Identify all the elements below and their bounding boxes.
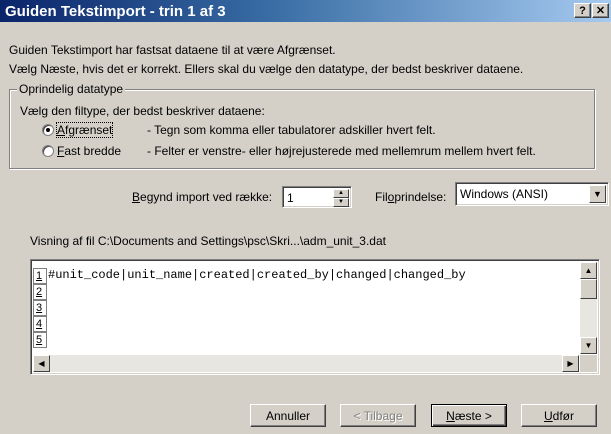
finish-button[interactable]: Udfør — [521, 404, 597, 427]
description-line-2: Vælg Næste, hvis det er korrekt. Ellers … — [9, 62, 524, 76]
horizontal-scrollbar[interactable]: ◀ ▶ — [33, 355, 579, 372]
help-button[interactable]: ? — [574, 3, 591, 18]
back-button[interactable]: < Tilbage — [340, 404, 416, 427]
radio-delimited-label[interactable]: Afgrænset — [55, 122, 114, 138]
spin-up-icon[interactable]: ▲ — [333, 189, 349, 198]
preview-content: 1 2 3 4 5 #unit_code|unit_name|created|c… — [33, 262, 579, 354]
close-icon: ✕ — [595, 5, 606, 17]
row-number: 2 — [33, 284, 47, 300]
start-row-label: Begynd import ved række: — [132, 190, 273, 204]
description-line-1: Guiden Tekstimport har fastsat dataene t… — [9, 43, 336, 57]
preview-label: Visning af fil C:\Documents and Settings… — [30, 234, 386, 248]
question-mark-icon: ? — [579, 4, 586, 17]
radio-fixed-width-description: - Felter er venstre- eller højrejustered… — [147, 144, 536, 158]
scroll-up-icon[interactable]: ▲ — [580, 262, 597, 279]
preview-line-1: #unit_code|unit_name|created|created_by|… — [48, 268, 466, 282]
row-number: 5 — [33, 332, 47, 348]
filetype-instruction: Vælg den filtype, der bedst beskriver da… — [20, 104, 265, 118]
start-row-input[interactable] — [283, 187, 337, 209]
chevron-down-icon[interactable]: ▼ — [589, 185, 606, 203]
row-number: 1 — [33, 268, 47, 284]
scroll-down-icon[interactable]: ▼ — [580, 337, 597, 354]
file-preview[interactable]: 1 2 3 4 5 #unit_code|unit_name|created|c… — [30, 259, 600, 375]
row-number: 4 — [33, 316, 47, 332]
window-title: Guiden Tekstimport - trin 1 af 3 — [5, 2, 226, 20]
radio-fixed-width-label[interactable]: Fast bredde — [57, 144, 121, 158]
original-data-type-group: Oprindelig datatype Vælg den filtype, de… — [9, 82, 595, 169]
file-origin-value: Windows (ANSI) — [460, 187, 549, 201]
scroll-left-icon[interactable]: ◀ — [33, 355, 50, 372]
start-row-spinner[interactable]: ▲ ▼ — [282, 186, 352, 209]
file-origin-dropdown[interactable]: Windows (ANSI) ▼ — [455, 182, 609, 206]
radio-fixed-width[interactable] — [42, 145, 54, 157]
title-bar: Guiden Tekstimport - trin 1 af 3 ? ✕ — [0, 0, 611, 22]
radio-delimited-description: - Tegn som komma eller tabulatorer adski… — [147, 123, 436, 137]
close-button[interactable]: ✕ — [592, 3, 609, 18]
spin-down-icon[interactable]: ▼ — [333, 198, 349, 207]
radio-delimited[interactable] — [42, 124, 54, 136]
row-number: 3 — [33, 300, 47, 316]
next-button[interactable]: Næste > — [431, 404, 507, 427]
group-legend: Oprindelig datatype — [17, 82, 126, 96]
scrollbar-corner — [580, 355, 597, 372]
scroll-right-icon[interactable]: ▶ — [562, 355, 579, 372]
file-origin-label: Filoprindelse: — [375, 190, 447, 204]
vertical-scroll-thumb[interactable] — [580, 279, 597, 299]
cancel-button[interactable]: Annuller — [250, 404, 326, 427]
vertical-scrollbar[interactable]: ▲ ▼ — [580, 262, 597, 354]
